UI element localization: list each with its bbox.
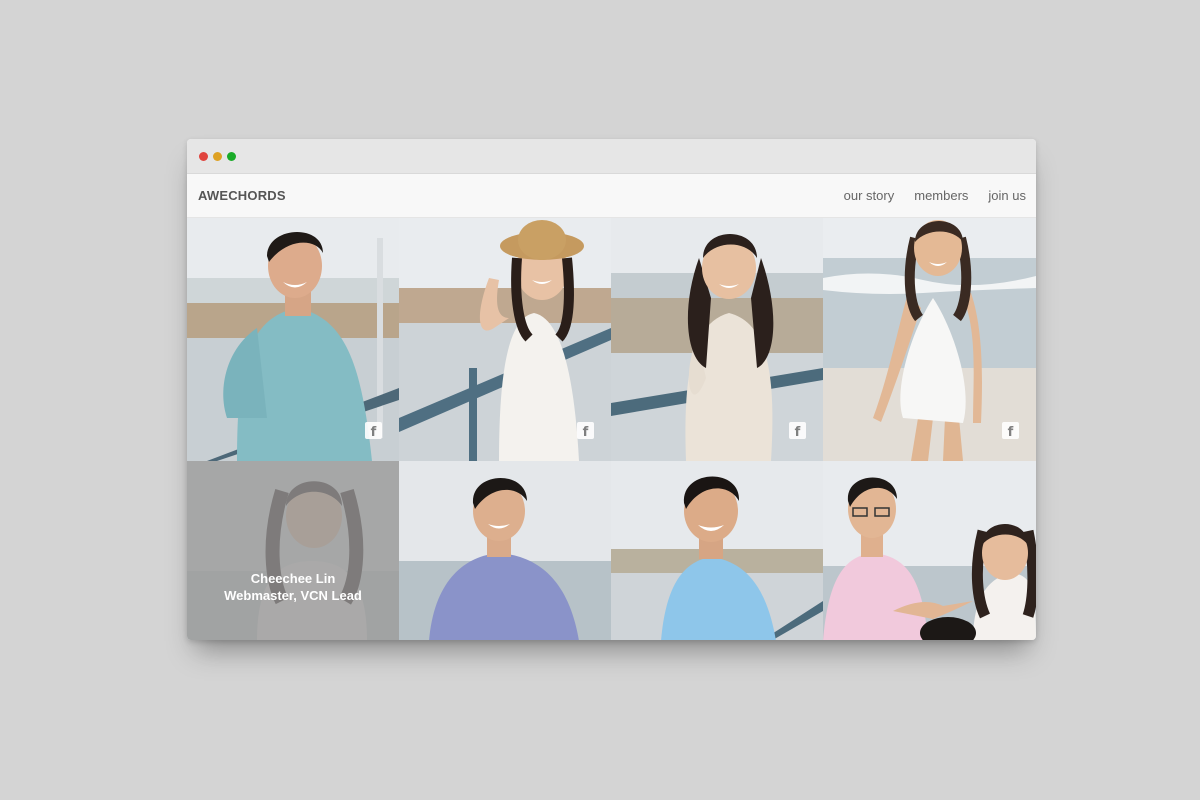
window-titlebar xyxy=(187,139,1036,174)
member-name: Cheechee Lin xyxy=(250,571,336,586)
nav-members[interactable]: members xyxy=(914,188,968,203)
facebook-icon[interactable]: f xyxy=(365,422,382,439)
browser-window: AWECHORDS our story members join us f f … xyxy=(187,139,1036,640)
member-photo xyxy=(399,461,611,640)
member-photo-tile[interactable]: f xyxy=(823,218,1036,461)
close-dot[interactable] xyxy=(199,152,208,161)
member-photo-tile[interactable]: f xyxy=(399,218,611,461)
member-photo-tile[interactable] xyxy=(611,461,823,640)
member-photo xyxy=(611,461,823,640)
member-photo-tile[interactable]: f xyxy=(611,218,823,461)
member-info-overlay: Cheechee Lin Webmaster, VCN Lead xyxy=(187,461,399,640)
member-photo-tile[interactable] xyxy=(399,461,611,640)
nav-join-us[interactable]: join us xyxy=(988,188,1026,203)
facebook-icon[interactable]: f xyxy=(789,422,806,439)
nav-our-story[interactable]: our story xyxy=(844,188,895,203)
facebook-icon[interactable]: f xyxy=(1002,422,1019,439)
nav-links: our story members join us xyxy=(844,188,1026,203)
member-photo-tile[interactable]: f xyxy=(187,218,399,461)
member-photo-tile-hovered[interactable]: Cheechee Lin Webmaster, VCN Lead xyxy=(187,461,399,640)
navbar: AWECHORDS our story members join us xyxy=(187,174,1036,218)
facebook-icon[interactable]: f xyxy=(577,422,594,439)
member-photo xyxy=(823,461,1036,640)
maximize-dot[interactable] xyxy=(227,152,236,161)
member-photo-tile[interactable] xyxy=(823,461,1036,640)
member-role: Webmaster, VCN Lead xyxy=(224,588,362,603)
brand-logo[interactable]: AWECHORDS xyxy=(198,188,286,203)
minimize-dot[interactable] xyxy=(213,152,222,161)
members-grid: f f f f Cheechee Lin Webmaster, VCN Lead xyxy=(187,218,1036,640)
